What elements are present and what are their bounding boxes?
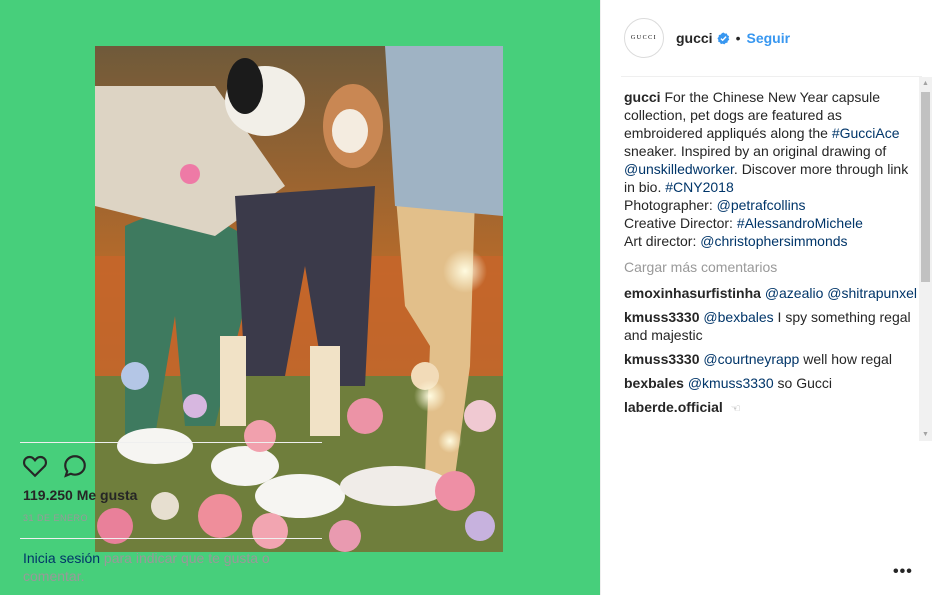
caption-username[interactable]: gucci [624,89,661,105]
comment-username[interactable]: kmuss3330 [624,351,700,367]
like-count[interactable]: 119.250 Me gusta [23,487,322,503]
separator-dot: • [735,30,741,46]
comment-username[interactable]: emoxinhasurfistinha [624,285,761,301]
comments-scrollbar[interactable]: ▲ ▼ [919,77,932,441]
post-actions: 119.250 Me gusta 31 DE ENERO [20,442,322,523]
caption-text: Creative Director: [624,215,737,231]
comment-item: laberde.official ☜ [624,398,917,418]
hashtag-link[interactable]: #AlessandroMichele [737,215,863,231]
verified-badge-icon [717,31,730,45]
scrollbar-thumb[interactable] [921,92,930,282]
load-more-comments-link[interactable]: Cargar más comentarios [624,258,917,276]
instagram-post-view: GUCCI gucci • Seguir gucci For the Chine… [0,0,932,595]
scroll-up-arrow-icon[interactable]: ▲ [919,77,932,90]
comment-item: kmuss3330 @courtneyrapp well how regal [624,350,917,368]
comments-list: gucci For the Chinese New Year capsule c… [624,88,917,438]
post-header: GUCCI gucci • Seguir [621,0,922,77]
mention-link[interactable]: @unskilledworker [624,161,734,177]
caption-text: sneaker. Inspired by an original drawing… [624,143,887,159]
comment-item: emoxinhasurfistinha @azealio @shitrapunx… [624,284,917,302]
hashtag-link[interactable]: #GucciAce [832,125,900,141]
comment-username[interactable]: bexbales [624,375,684,391]
mention-link[interactable]: @courtneyrapp [703,351,799,367]
scroll-down-arrow-icon[interactable]: ▼ [919,428,932,441]
post-date: 31 DE ENERO [23,513,89,523]
action-icons [20,443,322,489]
mention-link[interactable]: @shitrapunxel [827,285,917,301]
heart-icon[interactable] [22,453,48,479]
header-username[interactable]: gucci [676,30,713,46]
comment-icon[interactable] [62,453,88,479]
hashtag-link[interactable]: #CNY2018 [665,179,734,195]
comment-username[interactable]: kmuss3330 [624,309,700,325]
login-prompt: Inicia sesión para indicar que te gusta … [20,538,322,585]
comment-text: well how regal [799,351,892,367]
follow-button[interactable]: Seguir [746,30,790,46]
post-caption: gucci For the Chinese New Year capsule c… [624,88,917,250]
comment-username[interactable]: laberde.official [624,399,723,415]
avatar-logo-text: GUCCI [630,35,658,41]
caption-text: Photographer: [624,197,717,213]
more-options-icon[interactable]: ••• [893,563,913,581]
mention-link[interactable]: @bexbales [703,309,773,325]
mention-link[interactable]: @azealio [765,285,824,301]
mention-link[interactable]: @kmuss3330 [688,375,774,391]
caption-text: Art director: [624,233,701,249]
post-side-panel: GUCCI gucci • Seguir gucci For the Chine… [600,0,932,595]
mention-link[interactable]: @christophersimmonds [700,233,847,249]
comment-item: bexbales @kmuss3330 so Gucci [624,374,917,392]
mention-link[interactable]: @petrafcollins [717,197,806,213]
comment-text: so Gucci [773,375,832,391]
hand-pointer-icon: ☜ [730,403,741,415]
login-link[interactable]: Inicia sesión [23,550,100,566]
comment-item: kmuss3330 @bexbales I spy something rega… [624,308,917,344]
avatar[interactable]: GUCCI [624,18,664,58]
